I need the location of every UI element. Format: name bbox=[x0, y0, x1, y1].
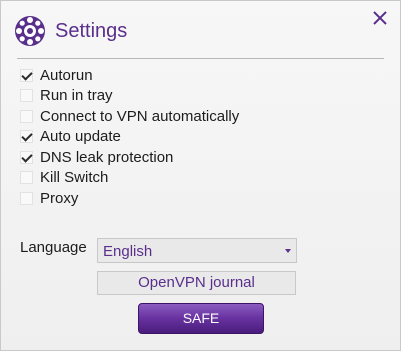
openvpn-journal-button[interactable]: OpenVPN journal bbox=[97, 271, 296, 295]
option-label: Proxy bbox=[40, 189, 79, 207]
option-proxy[interactable]: Proxy bbox=[20, 188, 239, 209]
option-label: Autorun bbox=[40, 66, 93, 84]
options-list: Autorun Run in tray Connect to VPN autom… bbox=[20, 65, 239, 209]
checkbox-kill-switch[interactable] bbox=[20, 171, 33, 185]
checkbox-connect-automatically[interactable] bbox=[20, 109, 33, 123]
option-run-in-tray[interactable]: Run in tray bbox=[20, 86, 239, 107]
option-label: Run in tray bbox=[40, 87, 113, 105]
option-label: Connect to VPN automatically bbox=[40, 107, 240, 125]
checkbox-auto-update[interactable] bbox=[20, 130, 33, 144]
checkbox-autorun[interactable] bbox=[20, 68, 33, 82]
window-title: Settings bbox=[55, 20, 128, 42]
language-label: Language bbox=[20, 239, 87, 256]
option-connect-automatically[interactable]: Connect to VPN automatically bbox=[20, 106, 239, 127]
language-selected-value: English bbox=[103, 243, 153, 260]
safe-button[interactable]: SAFE bbox=[138, 303, 264, 334]
settings-window: Settings Autorun Run in tray Connect to … bbox=[0, 0, 401, 351]
chevron-down-icon bbox=[285, 249, 291, 253]
checkbox-proxy[interactable] bbox=[20, 191, 33, 205]
option-auto-update[interactable]: Auto update bbox=[20, 127, 239, 148]
language-select[interactable]: English bbox=[97, 238, 297, 263]
close-icon[interactable] bbox=[369, 7, 391, 29]
option-label: Kill Switch bbox=[40, 169, 109, 187]
checkbox-run-in-tray[interactable] bbox=[20, 89, 33, 103]
title-divider bbox=[17, 58, 384, 59]
checkbox-dns-leak-protection[interactable] bbox=[20, 150, 33, 164]
option-label: Auto update bbox=[40, 128, 121, 146]
option-autorun[interactable]: Autorun bbox=[20, 65, 239, 86]
app-logo-icon bbox=[15, 16, 45, 46]
option-label: DNS leak protection bbox=[40, 148, 174, 166]
option-kill-switch[interactable]: Kill Switch bbox=[20, 168, 239, 189]
option-dns-leak-protection[interactable]: DNS leak protection bbox=[20, 147, 239, 168]
